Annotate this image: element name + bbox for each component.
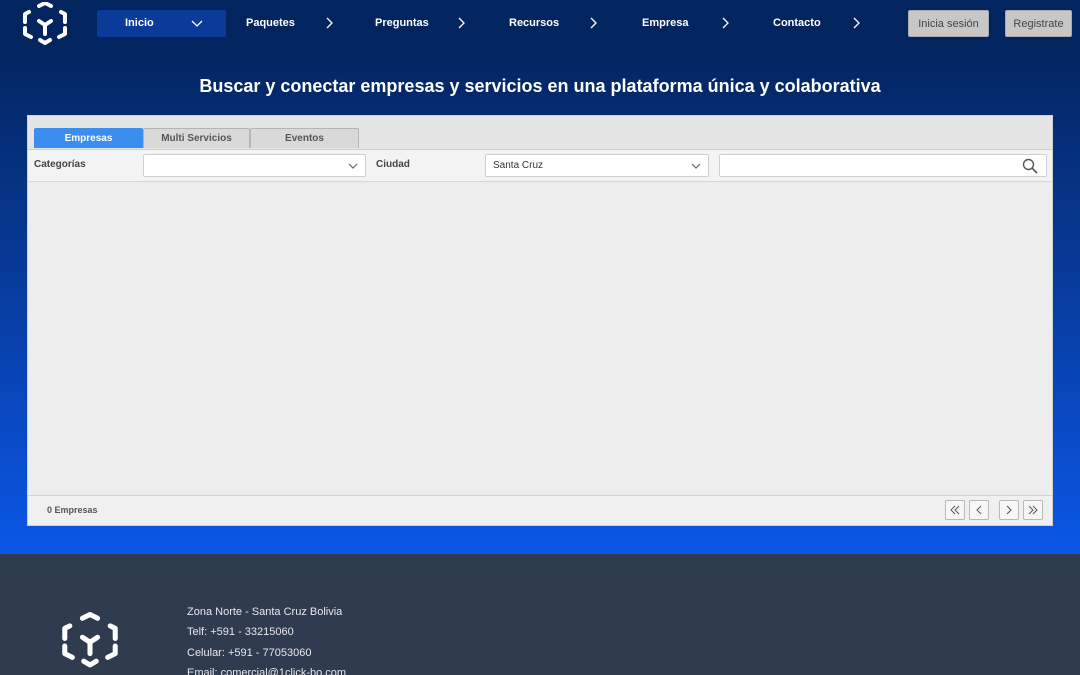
nav-preguntas[interactable]: Preguntas — [366, 10, 476, 37]
search-input[interactable] — [726, 155, 1016, 176]
contact-info: Zona Norte - Santa Cruz Bolivia Telf: +5… — [187, 602, 346, 675]
tab-eventos[interactable]: Eventos — [250, 128, 359, 148]
footer-logo-icon — [62, 612, 118, 668]
chevron-left-icon — [976, 505, 982, 515]
city-select[interactable]: Santa Cruz — [485, 154, 709, 177]
results-area — [28, 183, 1052, 495]
tabs-row: Empresas Multi Servicios Eventos — [28, 116, 1052, 149]
chevron-right-icon — [722, 17, 729, 29]
results-footer: 0 Empresas — [28, 495, 1052, 525]
hero-headline: Buscar y conectar empresas y servicios e… — [199, 76, 881, 96]
nav-preguntas-label: Preguntas — [375, 17, 429, 29]
nav-contacto[interactable]: Contacto — [762, 10, 872, 37]
nav-paquetes-label: Paquetes — [246, 17, 295, 29]
footer-email[interactable]: Email: comercial@1click-bo.com — [187, 663, 346, 675]
double-chevron-left-icon — [950, 505, 960, 515]
category-label: Categorías — [34, 159, 86, 170]
site-footer: Zona Norte - Santa Cruz Bolivia Telf: +5… — [0, 554, 1080, 675]
search-box — [719, 154, 1047, 177]
footer-mobile: Celular: +591 - 77053060 — [187, 646, 312, 659]
footer-phone: Telf: +591 - 33215060 — [187, 626, 294, 639]
chevron-right-icon — [853, 17, 860, 29]
prev-page-button[interactable] — [969, 500, 989, 520]
nav-inicio[interactable]: Inicio — [97, 10, 226, 37]
chevron-right-icon — [590, 17, 597, 29]
footer-address: Zona Norte - Santa Cruz Bolivia — [187, 606, 343, 618]
category-select[interactable] — [143, 154, 366, 177]
register-button[interactable]: Registrate — [1005, 10, 1072, 37]
nav-contacto-label: Contacto — [773, 17, 821, 29]
nav-recursos[interactable]: Recursos — [498, 10, 608, 37]
filters-row: Categorías Ciudad Santa Cruz — [28, 149, 1052, 182]
tab-empresas[interactable]: Empresas — [34, 128, 143, 148]
nav-recursos-label: Recursos — [509, 17, 560, 29]
chevron-down-icon — [691, 163, 701, 169]
chevron-right-icon — [1006, 505, 1012, 515]
double-chevron-right-icon — [1028, 505, 1038, 515]
nav-empresa-label: Empresa — [642, 17, 689, 29]
chevron-right-icon — [458, 17, 465, 29]
chevron-down-icon — [191, 20, 203, 27]
login-button[interactable]: Inicia sesión — [908, 10, 989, 37]
search-panel: Empresas Multi Servicios Eventos Categor… — [27, 115, 1053, 526]
nav-paquetes[interactable]: Paquetes — [236, 10, 346, 37]
logo-icon[interactable] — [22, 2, 68, 46]
chevron-right-icon — [326, 17, 333, 29]
tab-multi-servicios[interactable]: Multi Servicios — [143, 128, 250, 148]
search-icon[interactable] — [1022, 158, 1038, 174]
first-page-button[interactable] — [945, 500, 965, 520]
next-page-button[interactable] — [999, 500, 1019, 520]
chevron-down-icon — [348, 163, 358, 169]
nav-empresa[interactable]: Empresa — [630, 10, 740, 37]
last-page-button[interactable] — [1023, 500, 1043, 520]
city-label: Ciudad — [376, 159, 410, 170]
top-navbar: Inicio Paquetes Preguntas Recursos Empre… — [0, 0, 1080, 47]
nav-inicio-label: Inicio — [125, 17, 154, 29]
results-count: 0 Empresas — [47, 505, 98, 515]
city-value: Santa Cruz — [493, 160, 544, 171]
